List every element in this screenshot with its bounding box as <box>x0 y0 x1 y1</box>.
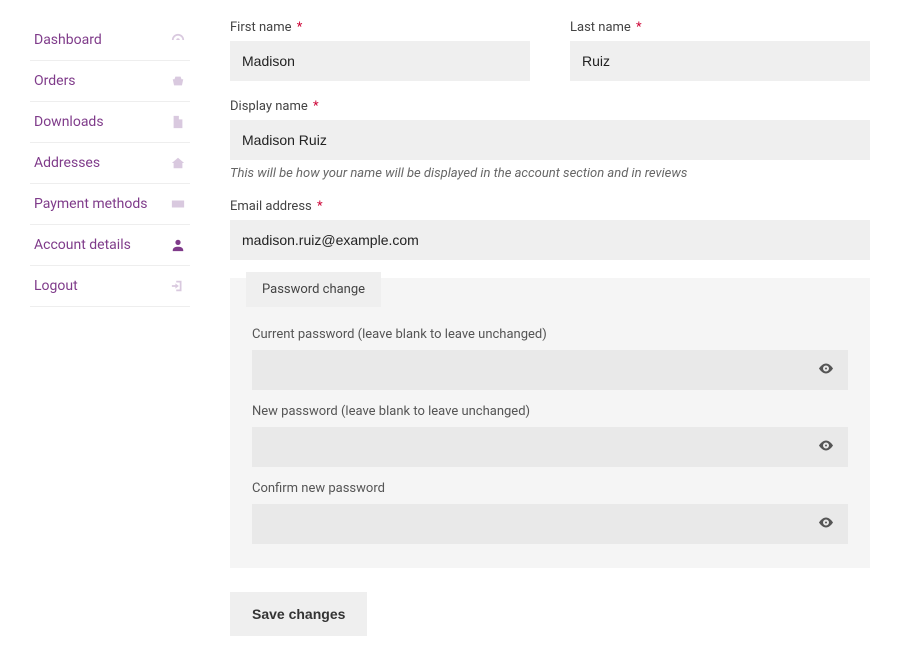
sidebar-item-label: Account details <box>34 237 131 253</box>
sidebar-item-payment-methods[interactable]: Payment methods <box>30 184 190 225</box>
sidebar-item-dashboard[interactable]: Dashboard <box>30 20 190 61</box>
display-name-field: Display name * This will be how your nam… <box>230 99 870 181</box>
sidebar-item-logout[interactable]: Logout <box>30 266 190 307</box>
display-name-input[interactable] <box>230 120 870 160</box>
email-label: Email address * <box>230 199 870 214</box>
file-icon <box>170 114 186 130</box>
home-icon <box>170 155 186 171</box>
user-icon <box>170 237 186 253</box>
confirm-password-field: Confirm new password <box>252 481 848 544</box>
account-details-form: First name * Last name * Display name * … <box>230 20 870 636</box>
logout-icon <box>170 278 186 294</box>
email-field: Email address * <box>230 199 870 260</box>
sidebar-item-orders[interactable]: Orders <box>30 61 190 102</box>
last-name-field: Last name * <box>570 20 870 81</box>
required-marker: * <box>297 20 303 35</box>
password-change-section: Password change Current password (leave … <box>230 278 870 568</box>
email-input[interactable] <box>230 220 870 260</box>
required-marker: * <box>313 99 319 114</box>
password-change-legend: Password change <box>246 272 381 307</box>
basket-icon <box>170 73 186 89</box>
first-name-label: First name * <box>230 20 530 35</box>
sidebar-item-label: Downloads <box>34 114 104 130</box>
eye-icon <box>818 515 834 534</box>
sidebar-item-label: Orders <box>34 73 76 89</box>
sidebar-item-account-details[interactable]: Account details <box>30 225 190 266</box>
toggle-new-password-visibility[interactable] <box>814 434 838 461</box>
sidebar-item-downloads[interactable]: Downloads <box>30 102 190 143</box>
sidebar-item-label: Logout <box>34 278 78 294</box>
current-password-label: Current password (leave blank to leave u… <box>252 327 848 342</box>
dashboard-icon <box>170 32 186 48</box>
sidebar-item-label: Payment methods <box>34 196 147 212</box>
first-name-input[interactable] <box>230 41 530 81</box>
first-name-field: First name * <box>230 20 530 81</box>
new-password-field: New password (leave blank to leave uncha… <box>252 404 848 467</box>
current-password-field: Current password (leave blank to leave u… <box>252 327 848 390</box>
current-password-input[interactable] <box>252 350 848 390</box>
required-marker: * <box>636 20 642 35</box>
display-name-help: This will be how your name will be displ… <box>230 166 870 181</box>
toggle-confirm-password-visibility[interactable] <box>814 511 838 538</box>
account-sidebar: Dashboard Orders Downloads Addresses Pay… <box>30 20 190 636</box>
confirm-password-label: Confirm new password <box>252 481 848 496</box>
new-password-label: New password (leave blank to leave uncha… <box>252 404 848 419</box>
confirm-password-input[interactable] <box>252 504 848 544</box>
card-icon <box>170 196 186 212</box>
required-marker: * <box>317 199 323 214</box>
toggle-current-password-visibility[interactable] <box>814 357 838 384</box>
sidebar-item-label: Dashboard <box>34 32 102 48</box>
last-name-label: Last name * <box>570 20 870 35</box>
sidebar-item-label: Addresses <box>34 155 100 171</box>
eye-icon <box>818 361 834 380</box>
eye-icon <box>818 438 834 457</box>
save-changes-button[interactable]: Save changes <box>230 592 367 636</box>
new-password-input[interactable] <box>252 427 848 467</box>
last-name-input[interactable] <box>570 41 870 81</box>
display-name-label: Display name * <box>230 99 870 114</box>
sidebar-item-addresses[interactable]: Addresses <box>30 143 190 184</box>
